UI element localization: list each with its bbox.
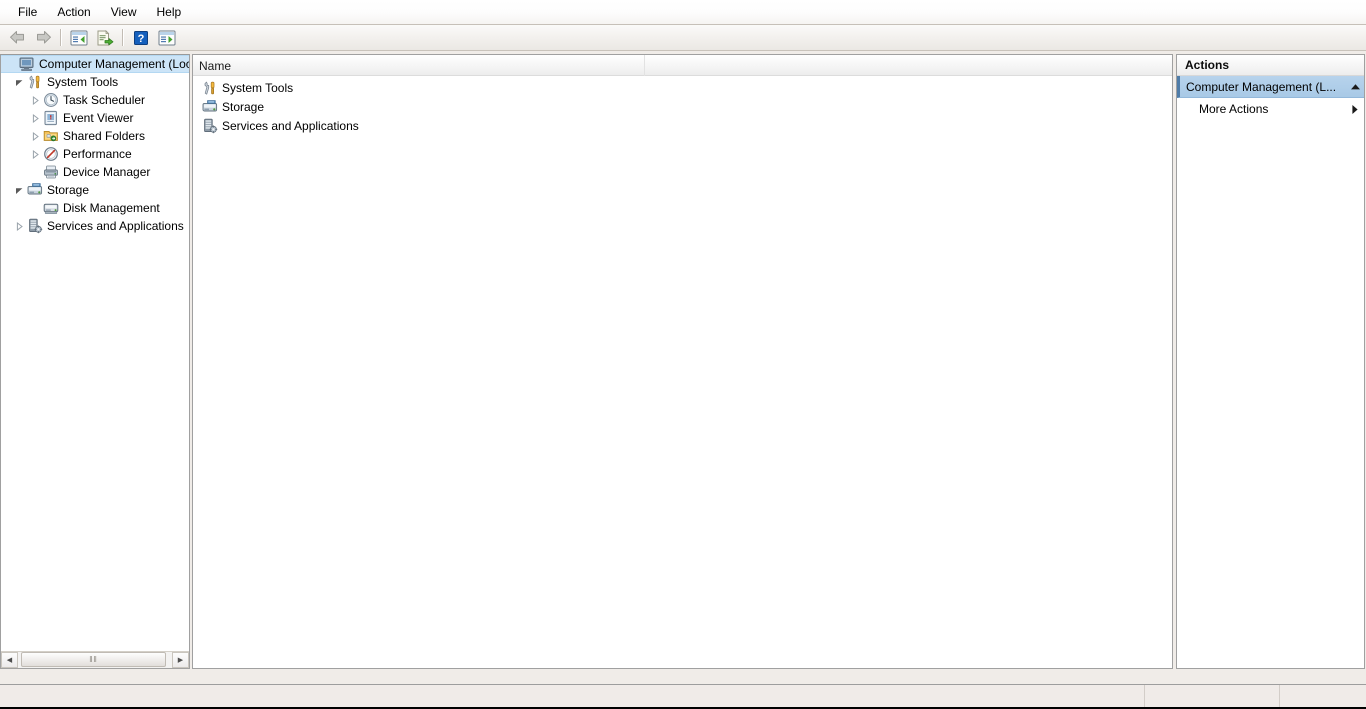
scroll-right-arrow-icon[interactable]: ▶ — [172, 652, 189, 668]
tree-twisty-collapsed[interactable] — [27, 128, 43, 144]
tree-item-label: Task Scheduler — [63, 93, 146, 107]
console-tree[interactable]: Computer Management (Local System Tools … — [1, 55, 189, 651]
help-icon: ? — [133, 30, 149, 46]
forward-arrow-icon — [35, 30, 52, 45]
tree-twisty-collapsed[interactable] — [27, 110, 43, 126]
computer-icon — [19, 56, 35, 72]
list-item-label: System Tools — [222, 80, 294, 95]
storage-icon — [27, 182, 43, 198]
disk-management-icon — [43, 200, 59, 216]
tree-item-device-manager[interactable]: Device Manager — [1, 163, 189, 181]
services-icon — [27, 218, 43, 234]
show-hide-console-tree-button[interactable] — [66, 26, 92, 50]
work-area: Computer Management (Local System Tools … — [0, 51, 1366, 684]
shared-folders-icon — [43, 128, 59, 144]
tree-item-label: Disk Management — [63, 201, 160, 215]
tree-twisty-none — [27, 164, 43, 180]
toolbar-separator-2 — [122, 29, 124, 46]
tree-item-label: Performance — [63, 147, 132, 161]
tree-item-storage[interactable]: Storage — [1, 181, 189, 199]
status-bar — [0, 684, 1366, 709]
list-item-services-and-applications[interactable]: Services and Applications — [193, 116, 1172, 135]
tree-item-event-viewer[interactable]: Event Viewer — [1, 109, 189, 127]
device-manager-icon — [43, 164, 59, 180]
storage-icon — [202, 99, 218, 115]
menu-bar: File Action View Help — [0, 0, 1366, 25]
tree-item-computer-management[interactable]: Computer Management (Local — [1, 55, 189, 73]
tree-item-shared-folders[interactable]: Shared Folders — [1, 127, 189, 145]
action-item-label: More Actions — [1199, 102, 1269, 116]
tree-twisty-none — [27, 200, 43, 216]
status-cell-tertiary — [1280, 685, 1366, 709]
services-icon — [202, 118, 218, 134]
scrollbar-thumb[interactable]: ‖‖ — [21, 652, 166, 667]
export-list-button[interactable] — [92, 26, 118, 50]
scrollbar-grip-icon: ‖‖ — [89, 654, 98, 664]
menu-action[interactable]: Action — [47, 2, 100, 22]
event-viewer-icon — [43, 110, 59, 126]
show-hide-action-pane-button[interactable] — [154, 26, 180, 50]
list-rows: System Tools Storage Services and Applic… — [193, 76, 1172, 135]
status-cell-secondary — [1145, 685, 1280, 709]
menu-help[interactable]: Help — [147, 2, 192, 22]
svg-text:?: ? — [138, 33, 145, 45]
tree-item-label: Device Manager — [63, 165, 151, 179]
scrollbar-track[interactable]: ‖‖ — [18, 652, 172, 668]
toolbar: ? — [0, 25, 1366, 51]
column-header-name[interactable]: Name — [193, 55, 645, 76]
tree-horizontal-scrollbar[interactable]: ◀ ‖‖ ▶ — [1, 651, 189, 668]
tree-item-disk-management[interactable]: Disk Management — [1, 199, 189, 217]
tree-item-label: Computer Management (Local — [39, 57, 189, 71]
tree-twisty-expanded[interactable] — [11, 182, 27, 198]
list-item-storage[interactable]: Storage — [193, 97, 1172, 116]
tree-item-label: System Tools — [47, 75, 119, 89]
tree-twisty-collapsed[interactable] — [27, 146, 43, 162]
clock-icon — [43, 92, 59, 108]
tree-item-task-scheduler[interactable]: Task Scheduler — [1, 91, 189, 109]
export-list-icon — [96, 29, 114, 46]
action-item-more-actions[interactable]: More Actions — [1177, 98, 1364, 120]
tree-twisty-collapsed[interactable] — [11, 218, 27, 234]
back-button[interactable] — [4, 26, 30, 50]
performance-icon — [43, 146, 59, 162]
system-tools-icon — [27, 74, 43, 90]
scroll-left-arrow-icon[interactable]: ◀ — [1, 652, 18, 668]
column-header-blank[interactable] — [645, 55, 1172, 76]
tree-item-services-and-applications[interactable]: Services and Applications — [1, 217, 189, 235]
actions-group-computer-management[interactable]: Computer Management (L... — [1177, 76, 1364, 98]
tree-item-performance[interactable]: Performance — [1, 145, 189, 163]
status-cell-main — [0, 685, 1145, 709]
system-tools-icon — [202, 80, 218, 96]
menu-view[interactable]: View — [101, 2, 147, 22]
submenu-arrow-icon[interactable] — [1346, 104, 1364, 115]
list-item-label: Storage — [222, 99, 265, 114]
tree-twisty-expanded[interactable] — [11, 74, 27, 90]
tree-item-label: Event Viewer — [63, 111, 134, 125]
tree-item-system-tools[interactable]: System Tools — [1, 73, 189, 91]
chevron-up-icon[interactable] — [1346, 83, 1364, 91]
back-arrow-icon — [9, 30, 26, 45]
show-hide-console-tree-icon — [70, 30, 88, 46]
result-list-pane: Name System Tools Storage Services and A… — [192, 54, 1173, 669]
tree-item-label: Storage — [47, 183, 90, 197]
actions-pane: Actions Computer Management (L... More A… — [1176, 54, 1365, 669]
actions-group-label: Computer Management (L... — [1186, 79, 1337, 94]
forward-button[interactable] — [30, 26, 56, 50]
list-item-system-tools[interactable]: System Tools — [193, 78, 1172, 97]
toolbar-separator-1 — [60, 29, 62, 46]
tree-twisty-none — [3, 56, 19, 72]
actions-pane-title: Actions — [1177, 55, 1364, 76]
menu-file[interactable]: File — [8, 2, 47, 22]
tree-item-label: Services and Applications — [47, 219, 184, 233]
tree-item-label: Shared Folders — [63, 129, 146, 143]
computer-management-window: File Action View Help ? Computer Managem… — [0, 0, 1366, 709]
help-button[interactable]: ? — [128, 26, 154, 50]
tree-twisty-collapsed[interactable] — [27, 92, 43, 108]
list-item-label: Services and Applications — [222, 118, 359, 133]
list-column-header: Name — [193, 55, 1172, 76]
show-hide-action-pane-icon — [158, 30, 176, 46]
console-tree-pane: Computer Management (Local System Tools … — [0, 54, 190, 669]
